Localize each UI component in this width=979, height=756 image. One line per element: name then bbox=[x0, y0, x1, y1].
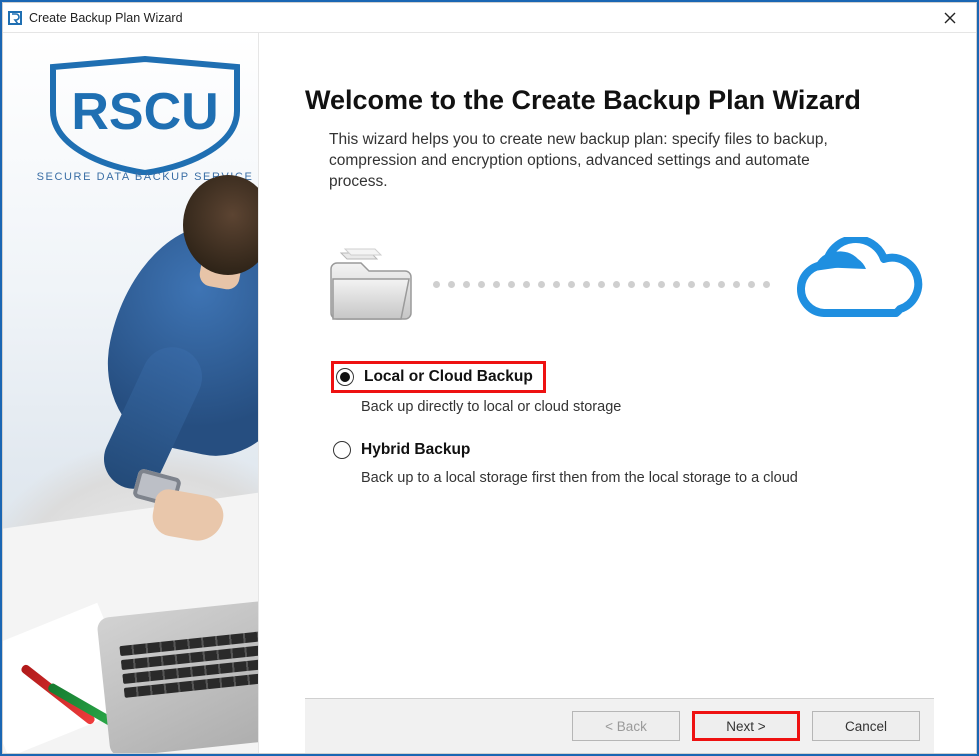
back-button: < Back bbox=[572, 711, 680, 741]
sidebar-illustration: RSCU SECURE DATA BACKUP SERVICE bbox=[3, 33, 259, 753]
option-local-cloud-label: Local or Cloud Backup bbox=[364, 368, 533, 386]
shield-icon: RSCU bbox=[25, 55, 259, 175]
titlebar: Create Backup Plan Wizard bbox=[3, 3, 976, 33]
page-heading: Welcome to the Create Backup Plan Wizard bbox=[305, 85, 934, 116]
folder-icon bbox=[323, 243, 419, 327]
option-local-cloud-head[interactable]: Local or Cloud Backup bbox=[331, 361, 546, 393]
next-button[interactable]: Next > bbox=[692, 711, 800, 741]
radio-local-cloud[interactable] bbox=[336, 368, 354, 386]
backup-type-options: Local or Cloud Backup Back up directly t… bbox=[331, 361, 934, 508]
option-local-cloud: Local or Cloud Backup Back up directly t… bbox=[331, 361, 934, 415]
illustration-row bbox=[323, 237, 934, 333]
wizard-footer: < Back Next > Cancel bbox=[305, 698, 934, 753]
app-icon bbox=[7, 10, 23, 26]
dots-connector bbox=[433, 281, 770, 288]
option-hybrid-label: Hybrid Backup bbox=[361, 441, 470, 459]
option-hybrid-desc: Back up to a local storage first then fr… bbox=[361, 470, 934, 486]
cancel-button[interactable]: Cancel bbox=[812, 711, 920, 741]
brand-logo: RSCU SECURE DATA BACKUP SERVICE bbox=[25, 55, 259, 183]
close-button[interactable] bbox=[928, 4, 972, 32]
cloud-icon bbox=[784, 237, 934, 333]
page-intro: This wizard helps you to create new back… bbox=[305, 130, 865, 193]
wizard-main: Welcome to the Create Backup Plan Wizard… bbox=[259, 33, 976, 753]
radio-hybrid[interactable] bbox=[333, 441, 351, 459]
wizard-body: RSCU SECURE DATA BACKUP SERVICE bbox=[3, 33, 976, 753]
window-title: Create Backup Plan Wizard bbox=[29, 11, 928, 25]
option-hybrid: Hybrid Backup Back up to a local storage… bbox=[331, 437, 934, 486]
wizard-window: Create Backup Plan Wizard RSCU SECURE DA… bbox=[2, 2, 977, 754]
brand-name-text: RSCU bbox=[71, 83, 218, 141]
option-hybrid-head[interactable]: Hybrid Backup bbox=[331, 437, 480, 463]
decorative-photo bbox=[3, 193, 258, 753]
option-local-cloud-desc: Back up directly to local or cloud stora… bbox=[361, 399, 934, 415]
close-icon bbox=[944, 12, 956, 24]
